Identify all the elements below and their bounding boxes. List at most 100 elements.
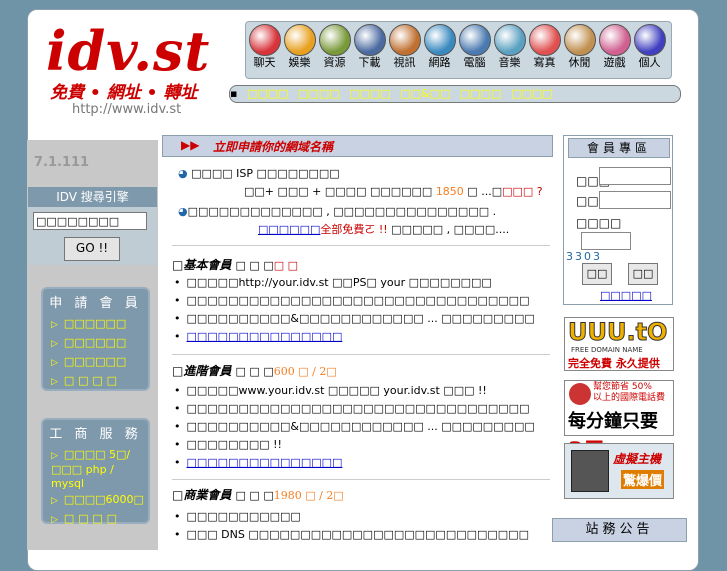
- category-personal[interactable]: 個人: [633, 24, 666, 70]
- personal-icon: [633, 24, 666, 56]
- advanced-member-list: □□□□□www.your.idv.st □□□□□ your.idv.st □…: [174, 382, 535, 472]
- music-icon: [493, 24, 526, 56]
- search-input[interactable]: □□□□□□□□: [33, 212, 147, 230]
- business-service-item[interactable]: ▷ □□□□ 5□/□□□ php / mysql: [43, 446, 148, 491]
- code-input[interactable]: [581, 232, 631, 250]
- basic-member-title: □基本會員 □ □ □□ □: [172, 258, 299, 272]
- call-ad-line1: 幫您節省 50% 以上的國際電話費: [593, 382, 666, 403]
- list-item: □□□□□□□□□□&□□□□□□□□□□□□ ... □□□□□□□□□: [174, 310, 535, 328]
- uuu-ad-line2: 完全免費 永久提供: [568, 357, 660, 370]
- divider: [172, 354, 550, 355]
- links-bar-icon: ▪: [230, 87, 238, 100]
- news-title: 站務公告: [552, 518, 687, 542]
- commercial-member-title: □商業會員 □ □ □1980 □ / 2□: [172, 488, 344, 502]
- intro-line: ◕□□□□□□□□□□□□□ , □□□□□□□□□□□□□□□ .: [178, 205, 497, 218]
- category-music[interactable]: 音樂: [493, 24, 526, 70]
- call-ad-banner[interactable]: 幫您節省 50%以上的國際電話費 每分鐘只要3元: [564, 380, 674, 464]
- business-service-item[interactable]: ▷ □□□□6000□: [43, 491, 148, 510]
- host-ad-banner[interactable]: 虛擬主機 驚爆價: [564, 443, 674, 499]
- register-link[interactable]: □□□□□: [600, 289, 652, 302]
- main-header: ▶▶ 立即申請你的網域名稱: [162, 135, 553, 157]
- apply-member-title: 申 請 會 員: [49, 296, 142, 311]
- main-content: ▶▶ 立即申請你的網域名稱 ◕ □□□□ ISP □□□□□□□□ □□+ □□…: [160, 135, 553, 555]
- links-bar-item[interactable]: □□□□: [349, 87, 391, 100]
- triangle-right-icon: ▷: [51, 377, 58, 387]
- server-icon: [571, 450, 609, 492]
- reset-button[interactable]: □□: [628, 263, 658, 285]
- category-label: 資源: [323, 56, 346, 69]
- download-icon: [353, 24, 386, 56]
- basic-member-list: □□□□□http://your.idv.st □□PS□ your □□□□□…: [174, 274, 535, 346]
- triangle-right-icon: ▷: [51, 496, 58, 506]
- category-resources[interactable]: 資源: [318, 24, 351, 70]
- price-highlight: 1850: [435, 185, 464, 198]
- list-item: □□□□□www.your.idv.st □□□□□ your.idv.st □…: [174, 382, 535, 400]
- category-label: 寫真: [533, 56, 556, 69]
- category-computer[interactable]: 電腦: [458, 24, 491, 70]
- uuu-ad-line1: FREE DOMAIN NAME: [571, 346, 643, 354]
- list-item: □□□□□□□□ !!: [174, 436, 535, 454]
- category-label: 遊戲: [603, 56, 626, 69]
- host-ad-line1: 虛擬主機: [613, 452, 662, 466]
- commercial-member-list: □□□□□□□□□□□ □□□ DNS □□□□□□□□□□□□□□□□□□□□…: [174, 508, 529, 544]
- links-bar-item[interactable]: □□□□: [298, 87, 340, 100]
- search-go-button[interactable]: GO !!: [64, 237, 120, 261]
- category-label: 娛樂: [288, 56, 311, 69]
- chat-icon: [248, 24, 281, 56]
- password-input[interactable]: [599, 191, 671, 209]
- member-title: 會員專區: [568, 138, 670, 158]
- category-leisure[interactable]: 休閒: [563, 24, 596, 70]
- category-label: 下載: [358, 56, 381, 69]
- uuu-ad-title: UUU.tO: [567, 318, 668, 347]
- category-label: 休閒: [568, 56, 591, 69]
- list-item: □□□ DNS □□□□□□□□□□□□□□□□□□□□□□□□□□□: [174, 526, 529, 544]
- network-icon: [423, 24, 456, 56]
- apply-member-item[interactable]: ▷ □□□□□□: [43, 315, 148, 334]
- triangle-right-icon: ▷: [51, 515, 58, 525]
- category-label: 音樂: [498, 56, 521, 69]
- account-input[interactable]: [599, 167, 671, 185]
- business-service-title: 工 商 服 務: [49, 427, 142, 442]
- triangle-right-icon: ▷: [51, 320, 58, 330]
- list-item[interactable]: □□□□□□□□□□□□□□□: [174, 454, 535, 472]
- apply-member-item[interactable]: ▷ □□□□□□: [43, 353, 148, 372]
- category-label: 網路: [428, 56, 451, 69]
- login-button[interactable]: □□: [582, 263, 612, 285]
- list-item: □□□□□□□□□□□: [174, 508, 529, 526]
- list-item: □□□□□□□□□□&□□□□□□□□□□□□ ... □□□□□□□□□: [174, 418, 535, 436]
- apply-member-item[interactable]: ▷ □□□□□□: [43, 334, 148, 353]
- photo-icon: [528, 24, 561, 56]
- category-network[interactable]: 網路: [423, 24, 456, 70]
- bullet-icon: ◕: [178, 167, 188, 180]
- apply-member-item[interactable]: ▷ □ □ □ □: [43, 372, 148, 391]
- code-label: □□□□: [576, 216, 622, 230]
- intro-line: ◕ □□□□ ISP □□□□□□□□: [178, 167, 340, 180]
- logo-slogan: 免費 • 網址 • 轉址: [50, 83, 198, 103]
- leisure-icon: [563, 24, 596, 56]
- double-arrow-icon: ▶▶: [181, 138, 200, 152]
- advanced-member-title: □進階會員 □ □ □600 □ / 2□: [172, 364, 337, 378]
- site-logo[interactable]: idv.st 免費 • 網址 • 轉址 http://www.idv.st: [36, 16, 209, 124]
- category-photo[interactable]: 寫真: [528, 24, 561, 70]
- free-text: 全部免費ㄛ !!: [320, 223, 388, 236]
- list-item[interactable]: □□□□□□□□□□□□□□□: [174, 328, 535, 346]
- triangle-right-icon: ▷: [51, 339, 58, 349]
- category-label: 個人: [638, 56, 661, 69]
- category-entertainment[interactable]: 娛樂: [283, 24, 316, 70]
- links-bar-item[interactable]: □□&□□: [400, 87, 450, 100]
- triangle-right-icon: ▷: [51, 358, 58, 368]
- category-video[interactable]: 視訊: [388, 24, 421, 70]
- computer-icon: [458, 24, 491, 56]
- category-chat[interactable]: 聊天: [248, 24, 281, 70]
- category-game[interactable]: 遊戲: [598, 24, 631, 70]
- intro-link[interactable]: □□□□□□: [258, 223, 320, 236]
- uuu-ad-banner[interactable]: UUU.tO FREE DOMAIN NAME 完全免費 永久提供: [564, 317, 674, 371]
- list-item: □□□□□□□□□□□□□□□□□□□□□□□□□□□□□□□□□: [174, 400, 535, 418]
- links-bar-item[interactable]: □□□□: [247, 87, 289, 100]
- game-icon: [598, 24, 631, 56]
- links-bar-item[interactable]: □□□□: [460, 87, 502, 100]
- divider: [172, 245, 550, 246]
- business-service-item[interactable]: ▷ □ □ □ □: [43, 510, 148, 529]
- links-bar-item[interactable]: □□□□: [511, 87, 553, 100]
- category-download[interactable]: 下載: [353, 24, 386, 70]
